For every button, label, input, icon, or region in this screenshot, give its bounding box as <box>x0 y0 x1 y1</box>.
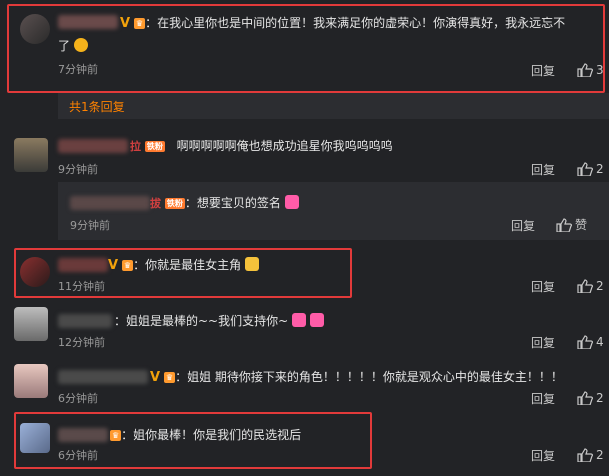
username-blurred[interactable] <box>58 258 108 272</box>
like-button[interactable]: 2 <box>577 162 604 176</box>
comment-text: ：在我心里你也是中间的位置！我来满足你的虚荣心！你演得真好，我永远忘不 <box>145 16 566 30</box>
fan-badge-icon: ♛ <box>110 430 122 441</box>
vip-icon: V <box>150 369 161 385</box>
reply-button[interactable]: 回复 <box>531 449 555 463</box>
like-count: 2 <box>596 448 604 462</box>
like-button[interactable]: 2 <box>577 391 604 405</box>
timestamp: 9分钟前 <box>70 219 110 232</box>
reply-button[interactable]: 回复 <box>531 280 555 294</box>
avatar[interactable] <box>14 138 48 172</box>
comment-text: ：你就是最佳女主角 <box>133 258 242 272</box>
comment-text: ：姐姐 期待你接下来的角色！！！！！你就是观众心中的最佳女主！！！ <box>175 370 563 384</box>
username-blurred[interactable] <box>58 370 148 384</box>
thumbs-up-icon <box>577 63 593 77</box>
avatar[interactable] <box>20 423 50 453</box>
like-button[interactable]: 赞 <box>556 218 587 232</box>
like-button[interactable]: 3 <box>577 63 604 77</box>
thumbs-up-icon <box>556 218 572 232</box>
vip-icon: V <box>108 257 119 273</box>
like-count: 2 <box>596 279 604 293</box>
like-count: 2 <box>596 391 604 405</box>
timestamp: 12分钟前 <box>58 336 105 349</box>
like-button[interactable]: 2 <box>577 279 604 293</box>
timestamp: 6分钟前 <box>58 392 98 405</box>
reply-button[interactable]: 回复 <box>531 392 555 406</box>
like-count: 4 <box>596 335 604 349</box>
fan-badge-icon: ♛ <box>133 18 146 29</box>
thumbs-up-icon <box>577 279 593 293</box>
timestamp: 6分钟前 <box>58 449 98 462</box>
vip-icon: V <box>120 15 131 31</box>
like-button[interactable]: 4 <box>577 335 604 349</box>
username-blurred[interactable] <box>58 15 118 29</box>
reply-button[interactable]: 回复 <box>531 163 555 177</box>
thumbs-up-icon <box>577 391 593 405</box>
heart-emoji-icon <box>284 195 299 209</box>
thumbs-up-icon <box>577 162 593 176</box>
avatar[interactable] <box>20 14 50 44</box>
avatar[interactable] <box>20 257 50 287</box>
username-blurred[interactable] <box>70 196 150 210</box>
timestamp: 9分钟前 <box>58 163 98 176</box>
reply-panel <box>58 93 609 119</box>
timestamp: 7分钟前 <box>58 63 98 76</box>
comment-text: ：想要宝贝的签名 <box>184 196 281 210</box>
timestamp: 11分钟前 <box>58 280 105 293</box>
reply-button[interactable]: 回复 <box>531 336 555 350</box>
username-blurred[interactable] <box>58 314 112 328</box>
reply-button[interactable]: 回复 <box>511 219 535 233</box>
like-button[interactable]: 2 <box>577 448 604 462</box>
like-count: 3 <box>596 63 604 77</box>
vip-partial-icon: 拉 <box>130 139 141 153</box>
expand-replies-link[interactable]: 共1条回复 <box>69 98 125 115</box>
fan-badge-icon: 铁粉 <box>164 198 185 209</box>
thumbs-up-emoji-icon <box>244 257 259 271</box>
thumbs-up-icon <box>577 448 593 462</box>
like-count: 2 <box>596 162 604 176</box>
vip-partial-icon: 拔 <box>150 196 161 210</box>
comment-text: ：姐你最棒！你是我们的民选视后 <box>121 428 302 442</box>
comment-text: 啊啊啊啊啊俺也想成功追星你我呜呜呜呜 <box>176 139 393 153</box>
fan-badge-icon: 铁粉 <box>144 141 165 152</box>
thumbs-up-icon <box>577 335 593 349</box>
reply-button[interactable]: 回复 <box>531 64 555 78</box>
fan-badge-icon: ♛ <box>121 260 134 271</box>
comment-text-cont: 了 <box>58 39 71 53</box>
heart-emoji-icon <box>292 313 306 327</box>
like-label: 赞 <box>575 218 588 232</box>
avatar[interactable] <box>14 364 48 398</box>
username-blurred[interactable] <box>58 139 128 153</box>
avatar[interactable] <box>14 307 48 341</box>
username-blurred[interactable] <box>58 428 108 442</box>
comment-text: ：姐姐是最棒的~~我们支持你~ <box>114 314 289 328</box>
heart-emoji-icon <box>309 313 324 327</box>
emoji-icon <box>73 38 88 52</box>
fan-badge-icon: ♛ <box>163 372 176 383</box>
